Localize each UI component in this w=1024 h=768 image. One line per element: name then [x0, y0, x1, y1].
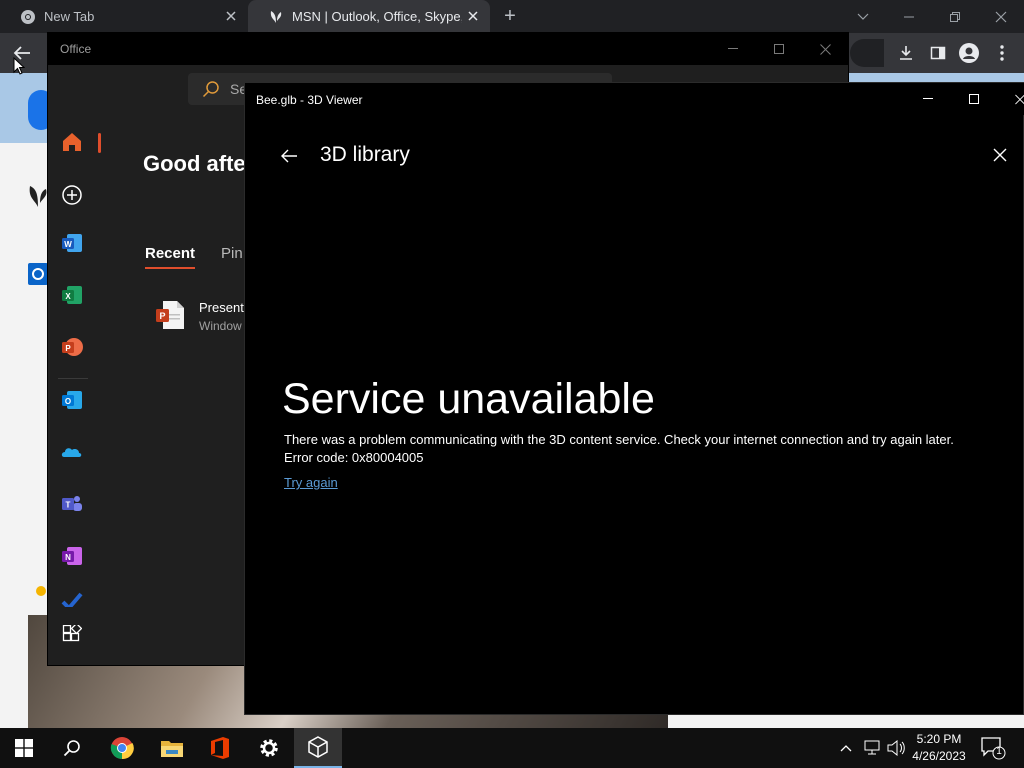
msn-butterfly-icon: [29, 186, 47, 207]
start-icon[interactable]: [0, 728, 48, 768]
notification-count: 1: [996, 746, 1002, 757]
close-tab-icon[interactable]: [466, 9, 480, 23]
maximize-icon[interactable]: [951, 83, 997, 115]
profile-icon[interactable]: [955, 39, 983, 67]
search-icon[interactable]: [48, 728, 96, 768]
more-menu-icon[interactable]: [988, 39, 1016, 67]
selected-indicator: [98, 133, 101, 153]
svg-text:O: O: [65, 397, 71, 406]
file-explorer-icon[interactable]: [148, 728, 196, 768]
minimize-icon[interactable]: [710, 33, 756, 65]
tab-msn[interactable]: MSN | Outlook, Office, Skype, Bir: [248, 0, 490, 33]
todo-icon[interactable]: [60, 591, 84, 607]
library-heading: 3D library: [320, 143, 410, 166]
3d-viewer-icon[interactable]: [294, 728, 342, 768]
outlook-icon[interactable]: O: [60, 388, 84, 412]
address-bar[interactable]: [850, 39, 884, 67]
download-icon[interactable]: [892, 39, 920, 67]
powerpoint-file-icon: P: [156, 301, 184, 329]
onenote-icon[interactable]: N: [60, 544, 84, 568]
settings-icon[interactable]: [245, 728, 293, 768]
clock-time: 5:20 PM: [916, 732, 962, 746]
side-panel-icon[interactable]: [924, 39, 952, 67]
svg-text:X: X: [65, 292, 71, 301]
window-title: Office: [60, 42, 92, 56]
error-code: Error code: 0x80004005: [284, 450, 424, 465]
maximize-icon[interactable]: [756, 33, 802, 65]
taskbar: 5:20 PM 4/26/2023 1: [0, 728, 1024, 768]
tab-recent[interactable]: Recent: [145, 245, 195, 262]
svg-text:N: N: [65, 553, 71, 562]
network-icon[interactable]: [860, 736, 884, 760]
svg-text:W: W: [64, 240, 72, 249]
clock[interactable]: 5:20 PM 4/26/2023: [900, 731, 978, 765]
apps-icon[interactable]: [60, 623, 84, 647]
office-icon[interactable]: [196, 728, 244, 768]
powerpoint-icon[interactable]: P: [60, 335, 84, 359]
mouse-cursor-icon: [13, 57, 25, 75]
clock-date: 4/26/2023: [912, 749, 966, 763]
excel-icon[interactable]: X: [60, 283, 84, 307]
word-icon[interactable]: W: [60, 231, 84, 255]
office-titlebar: Office: [48, 33, 848, 65]
tab-selected-underline: [145, 267, 195, 269]
3d-viewer-window: Bee.glb - 3D Viewer 3D library Service u…: [244, 82, 1024, 715]
tab-strip: New Tab MSN | Outlook, Office, Skype, Bi…: [0, 0, 1024, 33]
svg-text:P: P: [159, 311, 165, 321]
notification-center-icon[interactable]: 1: [980, 736, 1006, 760]
greeting-heading: Good afte: [143, 151, 246, 176]
close-icon[interactable]: [978, 0, 1024, 33]
window-title: Bee.glb - 3D Viewer: [256, 93, 363, 107]
chrome-icon[interactable]: [98, 728, 146, 768]
close-library-icon[interactable]: [988, 143, 1012, 167]
tab-pinned[interactable]: Pin: [221, 245, 243, 262]
close-icon[interactable]: [802, 33, 848, 65]
chrome-favicon-icon: [21, 9, 35, 24]
close-icon[interactable]: [997, 83, 1024, 115]
home-icon[interactable]: [60, 130, 84, 154]
new-tab-button[interactable]: +: [500, 6, 520, 26]
teams-icon[interactable]: T: [60, 492, 84, 516]
search-icon: [202, 81, 219, 98]
tab-title: New Tab: [44, 9, 95, 24]
error-title: Service unavailable: [282, 375, 655, 423]
error-message: There was a problem communicating with t…: [284, 432, 954, 447]
weather-sun-icon: [36, 586, 46, 596]
minimize-icon[interactable]: [905, 83, 951, 115]
tab-search-icon[interactable]: [840, 0, 886, 33]
outlook-icon: [28, 263, 48, 285]
restore-icon[interactable]: [932, 0, 978, 33]
try-again-link[interactable]: Try again: [284, 475, 338, 490]
back-arrow-icon[interactable]: [275, 143, 303, 169]
recent-file-name[interactable]: Present: [199, 300, 244, 315]
create-icon[interactable]: [60, 183, 84, 207]
tab-new-tab[interactable]: New Tab: [0, 0, 248, 33]
msn-butterfly-icon: [270, 10, 282, 23]
svg-text:P: P: [65, 344, 71, 353]
minimize-icon[interactable]: [886, 0, 932, 33]
rail-divider: [58, 378, 88, 379]
tab-title: MSN | Outlook, Office, Skype, Bir: [292, 9, 462, 24]
recent-file-location: Window: [199, 319, 242, 333]
chevron-up-icon[interactable]: [834, 736, 858, 760]
viewer-titlebar: Bee.glb - 3D Viewer: [245, 83, 1024, 115]
close-tab-icon[interactable]: [224, 9, 238, 23]
svg-text:T: T: [66, 501, 71, 510]
onedrive-icon[interactable]: [60, 440, 84, 464]
